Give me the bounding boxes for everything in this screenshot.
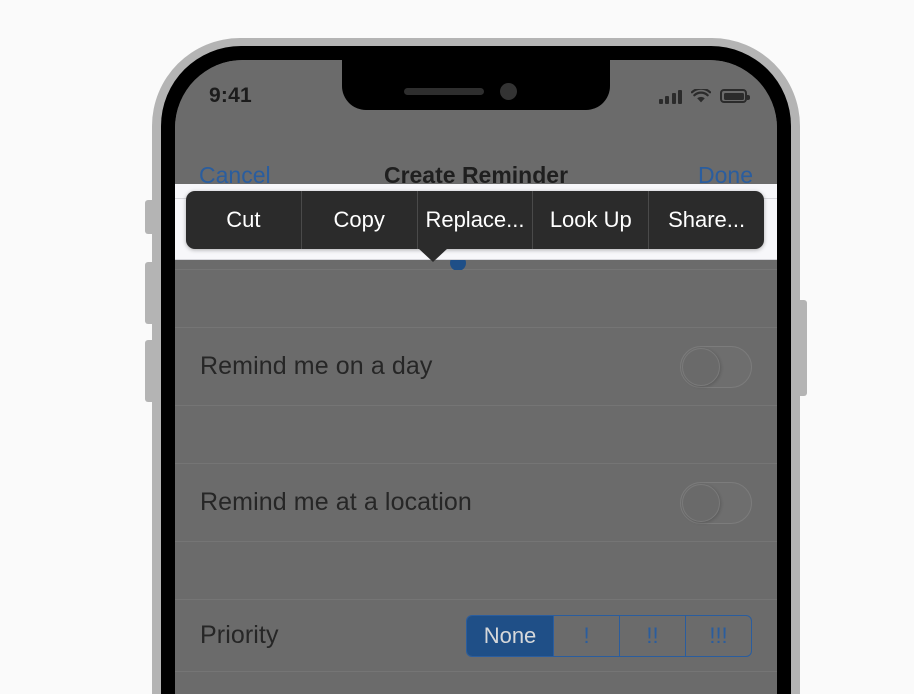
phone-screen: 9:41 Cancel Create Reminder Done Remind … bbox=[175, 60, 777, 694]
remind-on-day-label: Remind me on a day bbox=[200, 352, 433, 380]
notch bbox=[342, 60, 610, 110]
text-edit-callout-menu[interactable]: Cut Copy Replace... Look Up Share... bbox=[186, 191, 764, 249]
volume-down-button[interactable] bbox=[145, 340, 154, 402]
front-camera-icon bbox=[500, 83, 517, 100]
priority-label: Priority bbox=[200, 621, 279, 649]
menu-item-cut[interactable]: Cut bbox=[186, 191, 301, 249]
menu-item-replace[interactable]: Replace... bbox=[416, 191, 533, 249]
remind-at-location-label: Remind me at a location bbox=[200, 488, 472, 516]
remind-at-location-toggle[interactable] bbox=[680, 481, 752, 524]
form-rows: Take the dog for a walk Remind me on a d… bbox=[175, 195, 777, 672]
earpiece-speaker-icon bbox=[404, 88, 484, 95]
edit-menu-highlight-band: Cut Copy Replace... Look Up Share... bbox=[175, 184, 777, 262]
location-detail-row[interactable] bbox=[175, 542, 777, 600]
wifi-icon bbox=[691, 88, 711, 102]
toggle-knob bbox=[682, 347, 720, 386]
volume-up-button[interactable] bbox=[145, 262, 154, 324]
cellular-signal-icon bbox=[658, 89, 682, 104]
callout-arrow-icon bbox=[418, 248, 448, 262]
battery-icon bbox=[720, 89, 750, 103]
band-divider-bottom bbox=[175, 259, 777, 260]
power-button[interactable] bbox=[798, 300, 807, 396]
priority-segmented-control[interactable]: None ! !! !!! bbox=[466, 614, 752, 657]
app-content: 9:41 Cancel Create Reminder Done Remind … bbox=[175, 60, 777, 694]
remind-on-day-row[interactable]: Remind me on a day bbox=[175, 328, 777, 406]
priority-option-none[interactable]: None bbox=[467, 615, 553, 656]
status-time: 9:41 bbox=[209, 84, 252, 107]
mute-switch-button[interactable] bbox=[145, 200, 154, 234]
menu-item-copy[interactable]: Copy bbox=[300, 191, 417, 249]
toggle-knob bbox=[682, 483, 720, 522]
screenshot-stage: 9:41 Cancel Create Reminder Done Remind … bbox=[0, 0, 914, 694]
day-detail-row[interactable] bbox=[175, 406, 777, 464]
remind-on-day-toggle[interactable] bbox=[680, 345, 752, 388]
priority-option-medium[interactable]: !! bbox=[619, 615, 685, 656]
priority-option-high[interactable]: !!! bbox=[685, 615, 751, 656]
menu-item-look-up[interactable]: Look Up bbox=[532, 191, 648, 249]
remind-at-location-row[interactable]: Remind me at a location bbox=[175, 464, 777, 542]
priority-option-low[interactable]: ! bbox=[553, 615, 619, 656]
priority-row[interactable]: Priority None ! !! !!! bbox=[175, 600, 777, 672]
status-icons bbox=[658, 88, 750, 104]
reminder-notes-row[interactable] bbox=[175, 270, 777, 328]
menu-item-share[interactable]: Share... bbox=[648, 191, 764, 249]
